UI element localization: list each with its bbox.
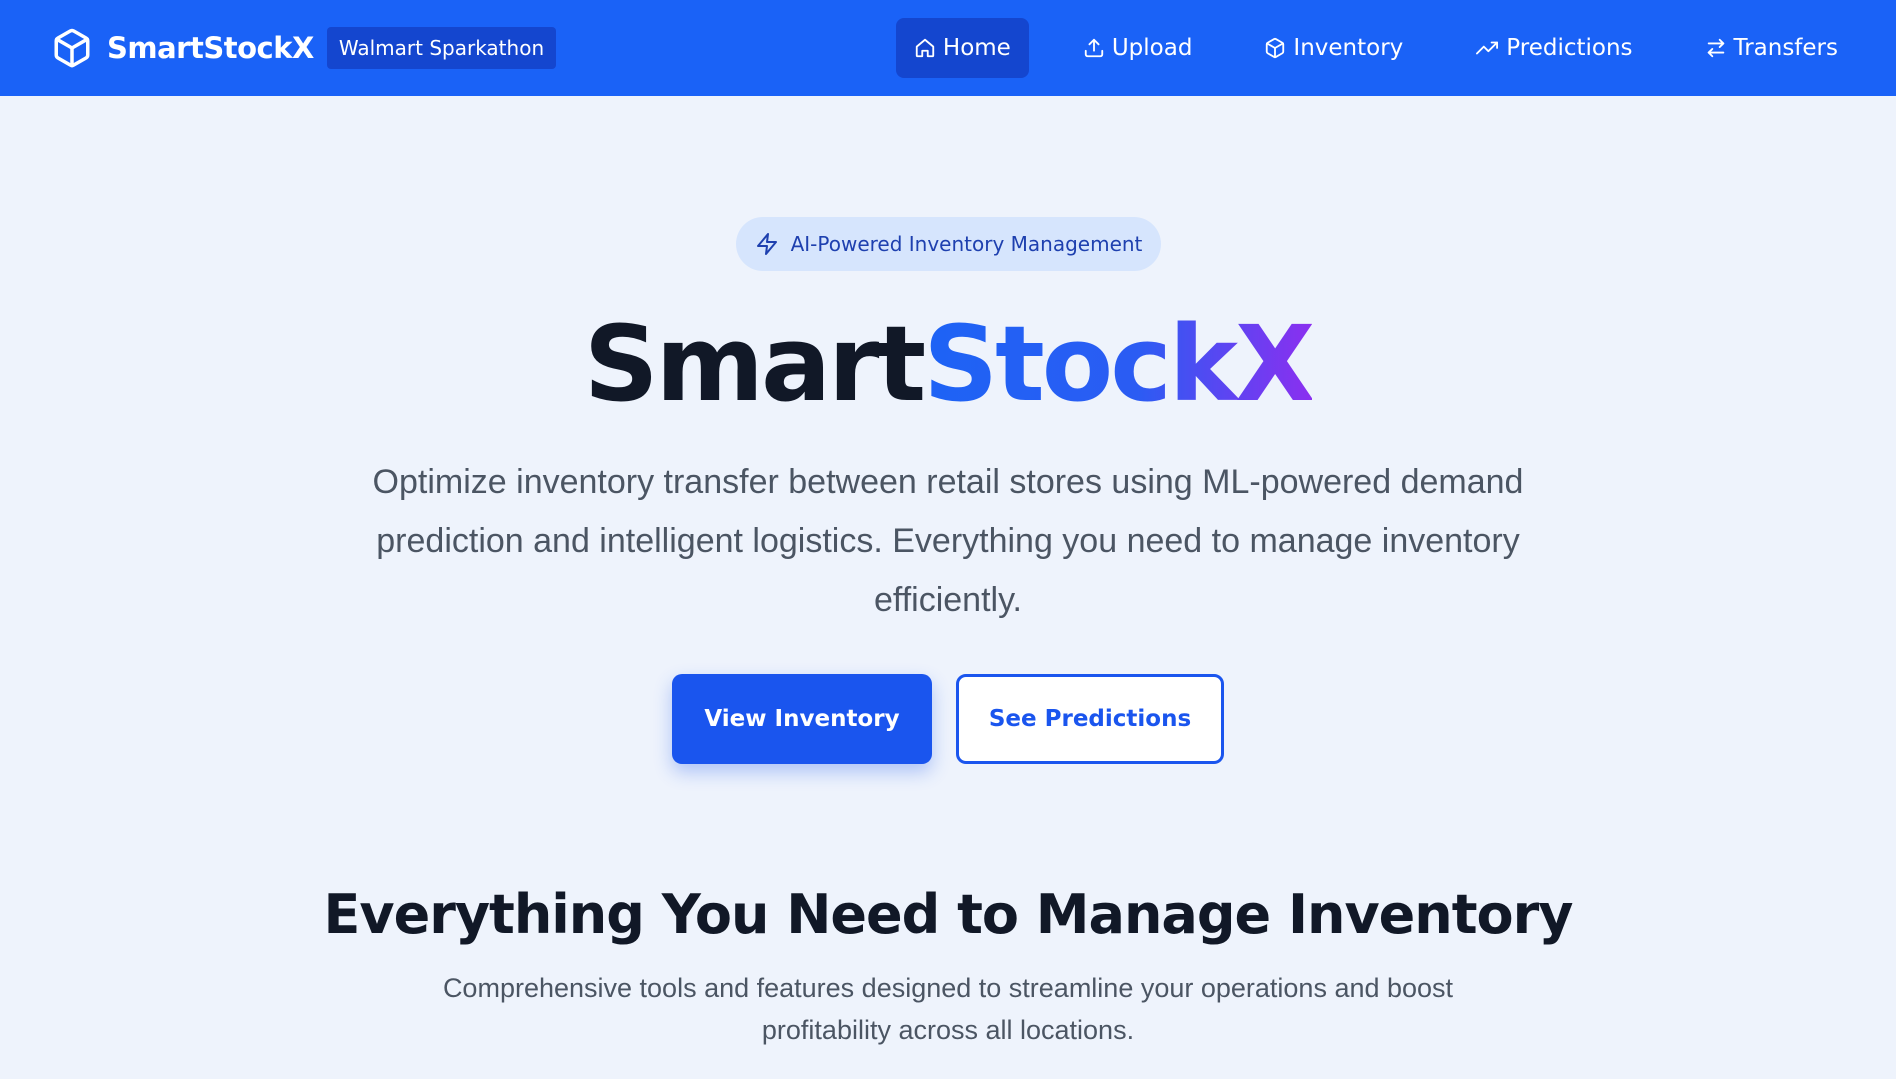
nav-item-transfers[interactable]: Transfers — [1687, 18, 1856, 78]
nav-item-label: Upload — [1111, 35, 1193, 61]
arrows-swap-icon — [1707, 38, 1724, 58]
top-navbar: SmartStockX Walmart Sparkathon Home Uplo… — [0, 0, 1896, 96]
brand[interactable]: SmartStockX Walmart Sparkathon — [50, 26, 557, 70]
lightning-icon — [756, 233, 777, 255]
nav-item-label: Predictions — [1506, 35, 1633, 61]
package-icon — [1266, 37, 1285, 59]
home-icon — [915, 38, 935, 58]
ai-powered-pill: AI-Powered Inventory Management — [736, 217, 1161, 271]
package-cube-icon — [50, 26, 94, 70]
nav-item-label: Inventory — [1293, 35, 1404, 61]
nav-item-label: Home — [942, 35, 1011, 61]
sparkathon-badge: Walmart Sparkathon — [326, 27, 557, 69]
upload-icon — [1084, 38, 1103, 58]
trending-up-icon — [1476, 41, 1499, 55]
hero-title: SmartStockX — [0, 304, 1896, 424]
nav-item-predictions[interactable]: Predictions — [1457, 18, 1650, 78]
hero-title-part2: StockX — [923, 303, 1315, 425]
view-inventory-button[interactable]: View Inventory — [672, 674, 932, 764]
nav-item-label: Transfers — [1733, 35, 1838, 61]
brand-name: SmartStockX — [107, 31, 314, 65]
nav-item-upload[interactable]: Upload — [1065, 18, 1211, 78]
nav-item-home[interactable]: Home — [895, 18, 1029, 78]
main-nav: Home Upload Inventory Predictions Transf… — [895, 18, 1856, 78]
features-description: Comprehensive tools and features designe… — [442, 973, 1454, 1045]
features-title: Everything You Need to Manage Inventory — [323, 883, 1574, 946]
nav-item-inventory[interactable]: Inventory — [1246, 18, 1421, 78]
see-predictions-button[interactable]: See Predictions — [956, 674, 1224, 764]
hero-title-part1: Smart — [583, 303, 926, 425]
pill-label: AI-Powered Inventory Management — [790, 232, 1143, 256]
hero-section: AI-Powered Inventory Management SmartSto… — [0, 96, 1896, 1079]
hero-description: Optimize inventory transfer between reta… — [372, 463, 1524, 619]
